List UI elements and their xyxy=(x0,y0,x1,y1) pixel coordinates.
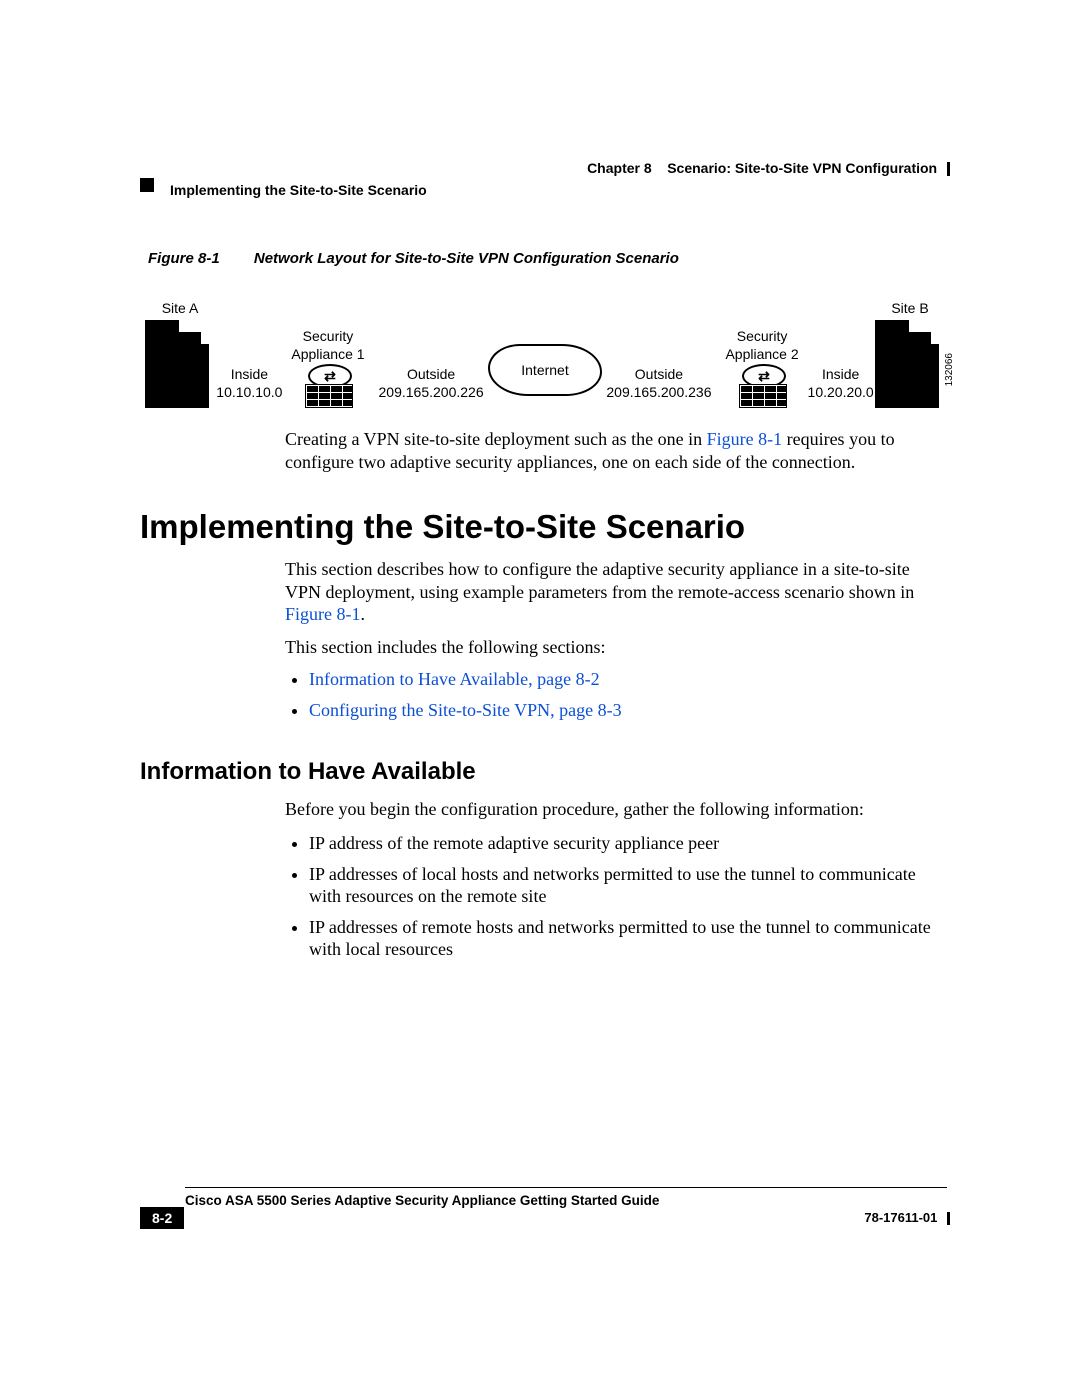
building-icon xyxy=(875,318,945,408)
outside-b-ip: 209.165.200.236 xyxy=(606,384,711,400)
internet-label: Internet xyxy=(521,362,568,378)
list-item: IP address of the remote adaptive securi… xyxy=(309,832,945,855)
figure-label: Figure 8-1 xyxy=(148,250,250,267)
appliance2-bottom: Appliance 2 xyxy=(725,346,798,362)
document-number: 78-17611-01 xyxy=(864,1210,950,1225)
figure-ref-link[interactable]: Figure 8-1 xyxy=(285,604,361,624)
network-diagram: Site A Inside 10.10.10.0 Security Applia… xyxy=(145,288,945,408)
image-id: 132066 xyxy=(944,353,955,386)
footer-guide-title: Cisco ASA 5500 Series Adaptive Security … xyxy=(185,1193,659,1208)
includes-intro: This section includes the following sect… xyxy=(285,636,945,659)
appliance1-bottom: Appliance 1 xyxy=(291,346,364,362)
inside-b-ip: 10.20.20.0 xyxy=(808,384,874,400)
running-header-left: Implementing the Site-to-Site Scenario xyxy=(170,182,427,198)
list-item: IP addresses of local hosts and networks… xyxy=(309,863,945,908)
outside-a-label: Outside xyxy=(407,366,455,382)
firewall-icon: ⇄ xyxy=(305,364,351,408)
xref-link[interactable]: Configuring the Site-to-Site VPN, page 8… xyxy=(309,700,622,720)
figure-paragraph: Creating a VPN site-to-site deployment s… xyxy=(285,428,945,473)
page-number: 8-2 xyxy=(140,1207,184,1229)
outside-b-label: Outside xyxy=(635,366,683,382)
subsection-intro: Before you begin the configuration proce… xyxy=(285,798,945,821)
firewall-icon: ⇄ xyxy=(739,364,785,408)
figure-ref-link[interactable]: Figure 8-1 xyxy=(707,429,783,449)
building-icon xyxy=(145,318,215,408)
page: Chapter 8 Scenario: Site-to-Site VPN Con… xyxy=(0,0,1080,1397)
section-intro: This section describes how to configure … xyxy=(285,558,945,626)
inside-a-label: Inside xyxy=(231,366,268,382)
section-links: Information to Have Available, page 8-2 … xyxy=(285,662,945,729)
inside-a-ip: 10.10.10.0 xyxy=(216,384,282,400)
header-square-icon xyxy=(140,178,154,192)
appliance2-top: Security xyxy=(737,328,788,344)
list-item: IP addresses of remote hosts and network… xyxy=(309,916,945,961)
appliance1-top: Security xyxy=(303,328,354,344)
footer-rule xyxy=(185,1187,947,1188)
figure-title: Network Layout for Site-to-Site VPN Conf… xyxy=(254,250,679,267)
site-b-label: Site B xyxy=(891,300,928,316)
footer-bar-icon xyxy=(947,1212,950,1225)
subsection-heading: Information to Have Available xyxy=(140,758,476,786)
inside-b-label: Inside xyxy=(822,366,859,382)
cloud-icon: Internet xyxy=(488,344,602,396)
info-bullets: IP address of the remote adaptive securi… xyxy=(285,826,945,969)
running-header-right: Chapter 8 Scenario: Site-to-Site VPN Con… xyxy=(587,160,950,176)
outside-a-ip: 209.165.200.226 xyxy=(379,384,484,400)
header-bar-icon xyxy=(947,162,950,176)
figure-caption: Figure 8-1 Network Layout for Site-to-Si… xyxy=(148,250,679,267)
chapter-label: Chapter 8 xyxy=(587,160,652,176)
xref-link[interactable]: Information to Have Available, page 8-2 xyxy=(309,669,600,689)
site-a-label: Site A xyxy=(162,300,199,316)
chapter-title: Scenario: Site-to-Site VPN Configuration xyxy=(667,160,937,176)
section-heading: Implementing the Site-to-Site Scenario xyxy=(140,508,745,546)
